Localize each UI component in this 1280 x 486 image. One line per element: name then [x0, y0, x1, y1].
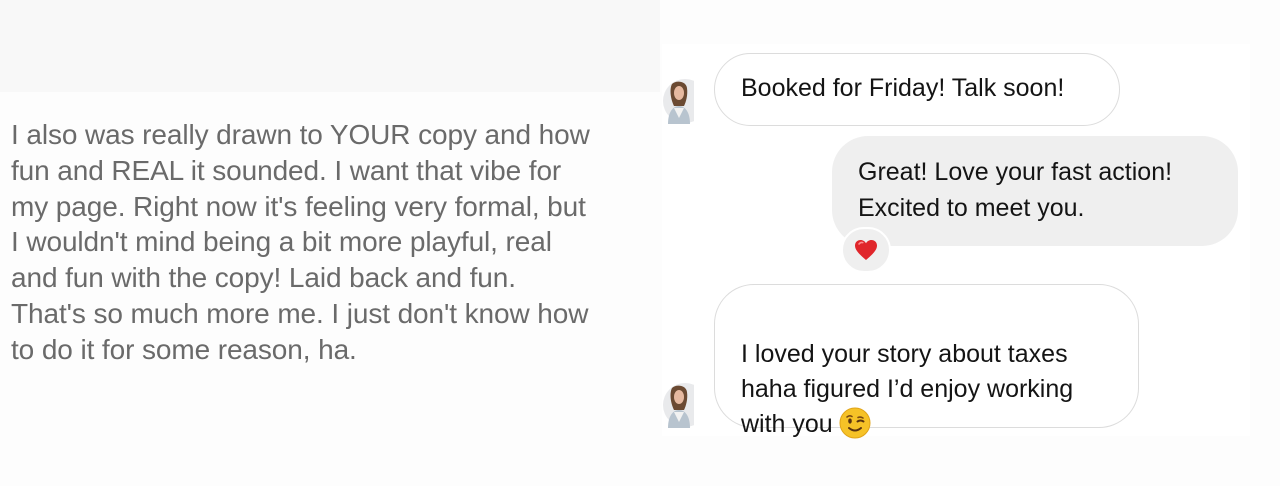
message-text: I loved your story about taxes haha figu…	[741, 340, 1074, 438]
chat-thread[interactable]: Booked for Friday! Talk soon! Great! Lov…	[662, 44, 1250, 439]
contact-avatar-icon[interactable]	[662, 382, 694, 428]
red-heart-icon[interactable]	[841, 227, 891, 273]
message-bubble-incoming[interactable]: Booked for Friday! Talk soon!	[714, 53, 1120, 126]
winking-face-icon	[839, 407, 871, 449]
left-message-text: I also was really drawn to YOUR copy and…	[11, 119, 590, 365]
left-panel-header-band	[0, 0, 660, 92]
message-bubble-incoming[interactable]: I loved your story about taxes haha figu…	[714, 284, 1139, 439]
message-bubble-outgoing[interactable]: Great! Love your fast action! Excited to…	[832, 136, 1238, 246]
contact-avatar-icon[interactable]	[662, 78, 694, 124]
